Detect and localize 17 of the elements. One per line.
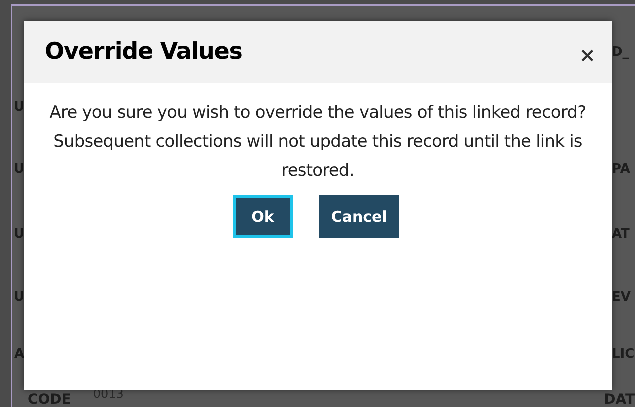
background-label: U [14,289,24,307]
background-label: CODE [28,391,72,407]
background-label: A [14,346,24,364]
background-label: LIC [612,346,635,364]
background-label: U [14,161,24,179]
background-label: U [14,99,24,117]
cancel-button[interactable]: Cancel [319,195,400,238]
background-label: AT [612,226,631,244]
close-button[interactable]: × [577,43,598,67]
background-label: D_ [612,44,630,62]
dialog-message: Are you sure you wish to override the values of this linked record? Subsequent collections will not update this record until the link is restored. [48,102,588,183]
background-label: PA [612,161,632,179]
background-label: DAT [604,391,635,407]
dialog-title: Override Values [45,39,244,65]
ok-button[interactable]: Ok [232,195,294,238]
background-label: EV [612,289,632,307]
background-label: U [14,226,24,244]
